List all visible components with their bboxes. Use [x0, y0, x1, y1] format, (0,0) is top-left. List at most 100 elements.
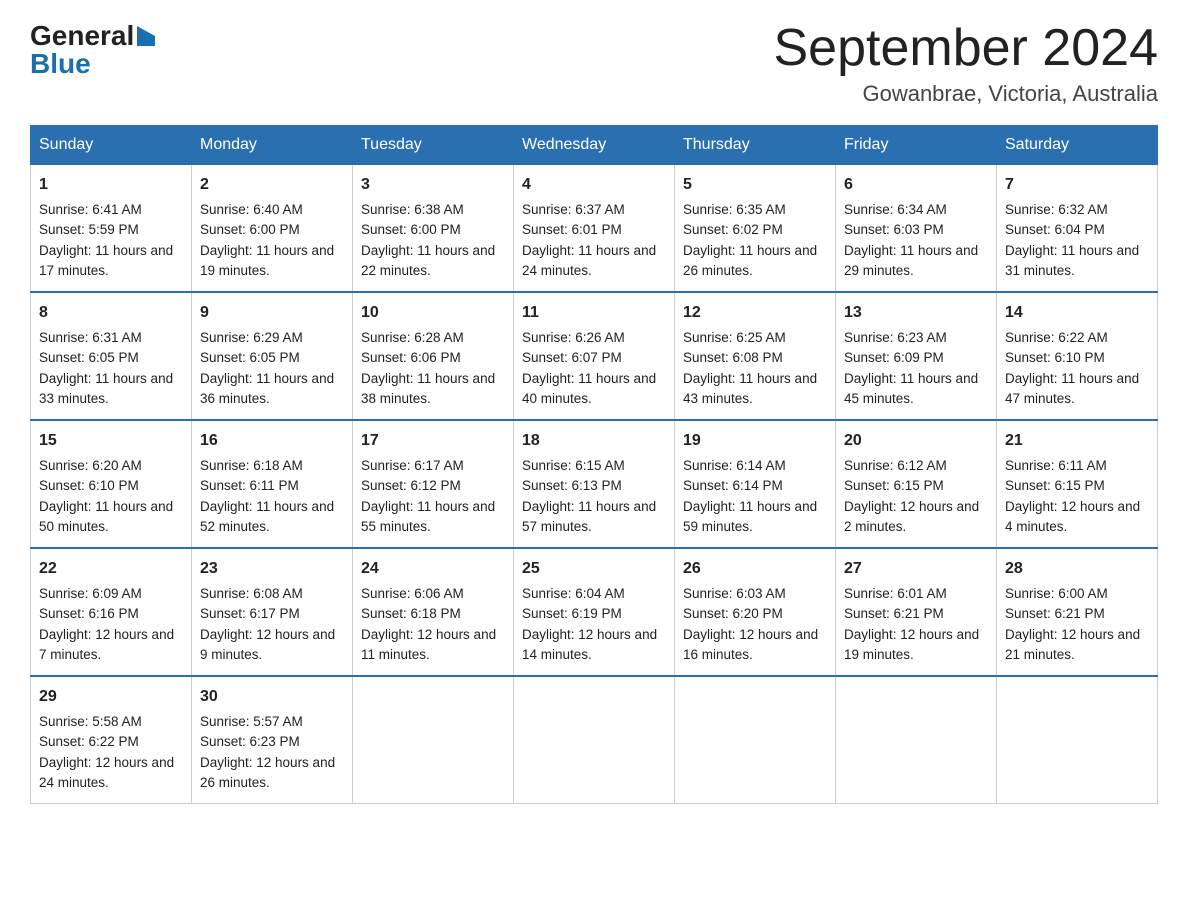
sunset-label: Sunset: 6:21 PM	[1005, 606, 1105, 621]
sunrise-label: Sunrise: 6:03 AM	[683, 586, 786, 601]
calendar-cell: 9Sunrise: 6:29 AMSunset: 6:05 PMDaylight…	[192, 292, 353, 420]
daylight-label: Daylight: 12 hours and 24 minutes.	[39, 755, 174, 790]
sunrise-label: Sunrise: 6:35 AM	[683, 202, 786, 217]
day-header-thursday: Thursday	[675, 126, 836, 165]
calendar-cell	[675, 676, 836, 804]
sunset-label: Sunset: 6:00 PM	[361, 222, 461, 237]
sunset-label: Sunset: 6:00 PM	[200, 222, 300, 237]
day-header-tuesday: Tuesday	[353, 126, 514, 165]
sunset-label: Sunset: 6:13 PM	[522, 478, 622, 493]
daylight-label: Daylight: 11 hours and 43 minutes.	[683, 371, 817, 406]
daylight-label: Daylight: 11 hours and 31 minutes.	[1005, 243, 1139, 278]
sunrise-label: Sunrise: 6:29 AM	[200, 330, 303, 345]
day-number: 30	[200, 685, 344, 709]
daylight-label: Daylight: 11 hours and 50 minutes.	[39, 499, 173, 534]
sunrise-label: Sunrise: 6:04 AM	[522, 586, 625, 601]
day-header-friday: Friday	[836, 126, 997, 165]
daylight-label: Daylight: 12 hours and 11 minutes.	[361, 627, 496, 662]
sunset-label: Sunset: 6:12 PM	[361, 478, 461, 493]
calendar-cell: 11Sunrise: 6:26 AMSunset: 6:07 PMDayligh…	[514, 292, 675, 420]
calendar-cell: 18 Sunrise: 6:15 AM Sunset: 6:13 PM Dayligh…	[514, 420, 675, 548]
calendar-cell: 15Sunrise: 6:20 AMSunset: 6:10 PMDayligh…	[31, 420, 192, 548]
logo: General Blue	[30, 20, 155, 80]
sunrise-label: Sunrise: 5:57 AM	[200, 714, 303, 729]
sunset-label: Sunset: 6:18 PM	[361, 606, 461, 621]
sunset-label: Sunset: 6:21 PM	[844, 606, 944, 621]
sunrise-label: Sunrise: 6:41 AM	[39, 202, 142, 217]
sunrise-label: Sunrise: 6:31 AM	[39, 330, 142, 345]
day-number: 10	[361, 301, 505, 325]
sunrise-label: Sunrise: 6:15 AM	[522, 458, 625, 473]
sunrise-label: Sunrise: 6:22 AM	[1005, 330, 1108, 345]
daylight-label: Daylight: 11 hours and 57 minutes.	[522, 499, 656, 534]
calendar-cell: 28Sunrise: 6:00 AMSunset: 6:21 PMDayligh…	[997, 548, 1158, 676]
daylight-label: Daylight: 12 hours and 7 minutes.	[39, 627, 174, 662]
day-number: 7	[1005, 173, 1149, 197]
calendar-cell	[836, 676, 997, 804]
sunrise-label: Sunrise: 6:08 AM	[200, 586, 303, 601]
sunrise-label: Sunrise: 6:32 AM	[1005, 202, 1108, 217]
day-number: 1	[39, 173, 183, 197]
calendar-cell: 23Sunrise: 6:08 AMSunset: 6:17 PMDayligh…	[192, 548, 353, 676]
calendar-cell: 19Sunrise: 6:14 AMSunset: 6:14 PMDayligh…	[675, 420, 836, 548]
day-number: 3	[361, 173, 505, 197]
sunset-label: Sunset: 6:22 PM	[39, 734, 139, 749]
calendar-cell: 30 Sunrise: 5:57 AM Sunset: 6:23 PM Dayligh…	[192, 676, 353, 804]
calendar-cell	[514, 676, 675, 804]
calendar-cell: 26Sunrise: 6:03 AMSunset: 6:20 PMDayligh…	[675, 548, 836, 676]
sunrise-label: Sunrise: 6:17 AM	[361, 458, 464, 473]
sunrise-label: Sunrise: 6:12 AM	[844, 458, 947, 473]
daylight-label: Daylight: 11 hours and 26 minutes.	[683, 243, 817, 278]
page-subtitle: Gowanbrae, Victoria, Australia	[774, 81, 1159, 107]
calendar-cell: 6Sunrise: 6:34 AMSunset: 6:03 PMDaylight…	[836, 165, 997, 293]
day-number: 25	[522, 557, 666, 581]
daylight-label: Daylight: 12 hours and 9 minutes.	[200, 627, 335, 662]
logo-blue-text: Blue	[30, 48, 91, 80]
sunset-label: Sunset: 6:05 PM	[39, 350, 139, 365]
calendar-week-row: 15Sunrise: 6:20 AMSunset: 6:10 PMDayligh…	[31, 420, 1158, 548]
sunrise-label: Sunrise: 6:01 AM	[844, 586, 947, 601]
day-number: 21	[1005, 429, 1149, 453]
day-number: 13	[844, 301, 988, 325]
sunrise-label: Sunrise: 6:09 AM	[39, 586, 142, 601]
calendar-cell: 14Sunrise: 6:22 AMSunset: 6:10 PMDayligh…	[997, 292, 1158, 420]
sunrise-label: Sunrise: 5:58 AM	[39, 714, 142, 729]
day-number: 2	[200, 173, 344, 197]
day-number: 23	[200, 557, 344, 581]
sunset-label: Sunset: 6:06 PM	[361, 350, 461, 365]
sunrise-label: Sunrise: 6:26 AM	[522, 330, 625, 345]
day-number: 18	[522, 429, 666, 453]
sunrise-label: Sunrise: 6:23 AM	[844, 330, 947, 345]
calendar-cell: 16Sunrise: 6:18 AMSunset: 6:11 PMDayligh…	[192, 420, 353, 548]
day-number: 4	[522, 173, 666, 197]
day-number: 11	[522, 301, 666, 325]
header: General Blue September 2024 Gowanbrae, V…	[30, 20, 1158, 107]
calendar-cell: 22Sunrise: 6:09 AMSunset: 6:16 PMDayligh…	[31, 548, 192, 676]
day-number: 9	[200, 301, 344, 325]
title-area: September 2024 Gowanbrae, Victoria, Aust…	[774, 20, 1159, 107]
sunset-label: Sunset: 6:03 PM	[844, 222, 944, 237]
daylight-label: Daylight: 12 hours and 14 minutes.	[522, 627, 657, 662]
sunset-label: Sunset: 6:09 PM	[844, 350, 944, 365]
sunset-label: Sunset: 6:10 PM	[1005, 350, 1105, 365]
sunset-label: Sunset: 6:23 PM	[200, 734, 300, 749]
daylight-label: Daylight: 12 hours and 26 minutes.	[200, 755, 335, 790]
calendar-cell: 7Sunrise: 6:32 AMSunset: 6:04 PMDaylight…	[997, 165, 1158, 293]
sunset-label: Sunset: 6:02 PM	[683, 222, 783, 237]
day-number: 20	[844, 429, 988, 453]
daylight-label: Daylight: 11 hours and 17 minutes.	[39, 243, 173, 278]
day-number: 28	[1005, 557, 1149, 581]
sunrise-label: Sunrise: 6:20 AM	[39, 458, 142, 473]
sunrise-label: Sunrise: 6:18 AM	[200, 458, 303, 473]
day-number: 8	[39, 301, 183, 325]
daylight-label: Daylight: 11 hours and 38 minutes.	[361, 371, 495, 406]
daylight-label: Daylight: 11 hours and 19 minutes.	[200, 243, 334, 278]
sunrise-label: Sunrise: 6:06 AM	[361, 586, 464, 601]
sunset-label: Sunset: 6:01 PM	[522, 222, 622, 237]
sunset-label: Sunset: 6:15 PM	[844, 478, 944, 493]
day-number: 14	[1005, 301, 1149, 325]
calendar-cell: 10Sunrise: 6:28 AMSunset: 6:06 PMDayligh…	[353, 292, 514, 420]
calendar-cell: 4Sunrise: 6:37 AMSunset: 6:01 PMDaylight…	[514, 165, 675, 293]
sunset-label: Sunset: 6:08 PM	[683, 350, 783, 365]
daylight-label: Daylight: 12 hours and 21 minutes.	[1005, 627, 1140, 662]
